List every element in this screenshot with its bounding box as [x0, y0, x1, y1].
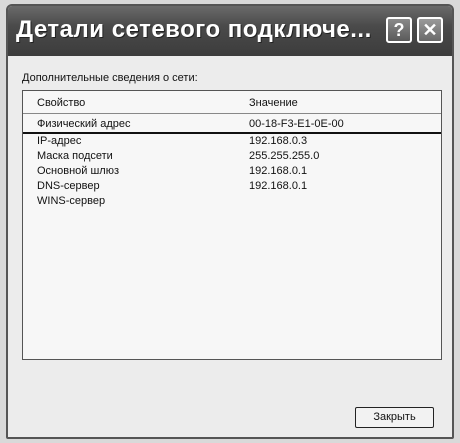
list-header: Свойство Значение: [23, 91, 441, 114]
column-header-value[interactable]: Значение: [249, 97, 298, 109]
value-cell: 192.168.0.1: [249, 165, 308, 177]
network-info-label: Дополнительные сведения о сети:: [22, 72, 198, 84]
property-cell: DNS-сервер: [37, 180, 100, 192]
table-row[interactable]: Основной шлюз 192.168.0.1: [23, 164, 441, 179]
table-row[interactable]: Маска подсети 255.255.255.0: [23, 149, 441, 164]
value-cell: 192.168.0.3: [249, 135, 308, 147]
property-cell: Маска подсети: [37, 150, 113, 162]
table-row[interactable]: IP-адрес 192.168.0.3: [23, 134, 441, 149]
property-cell: Физический адрес: [37, 118, 131, 130]
value-cell: 192.168.0.1: [249, 180, 308, 192]
close-window-button[interactable]: ✕: [417, 17, 443, 43]
title-bar[interactable]: Детали сетевого подключе... ? ✕: [8, 6, 452, 56]
window-title: Детали сетевого подключе...: [16, 16, 372, 43]
help-button[interactable]: ?: [386, 17, 412, 43]
property-cell: WINS-сервер: [37, 195, 106, 207]
value-cell: 00-18-F3-E1-0E-00: [249, 118, 344, 130]
property-cell: IP-адрес: [37, 135, 82, 147]
network-details-list[interactable]: Свойство Значение Физический адрес 00-18…: [22, 90, 442, 360]
table-row[interactable]: WINS-сервер: [23, 194, 441, 209]
close-button[interactable]: Закрыть: [355, 407, 434, 428]
table-row[interactable]: Физический адрес 00-18-F3-E1-0E-00: [23, 117, 441, 134]
column-header-property[interactable]: Свойство: [37, 97, 85, 109]
table-row[interactable]: DNS-сервер 192.168.0.1: [23, 179, 441, 194]
value-cell: 255.255.255.0: [249, 150, 320, 162]
network-details-dialog: Детали сетевого подключе... ? ✕ Дополнит…: [6, 4, 454, 439]
property-cell: Основной шлюз: [37, 165, 120, 177]
